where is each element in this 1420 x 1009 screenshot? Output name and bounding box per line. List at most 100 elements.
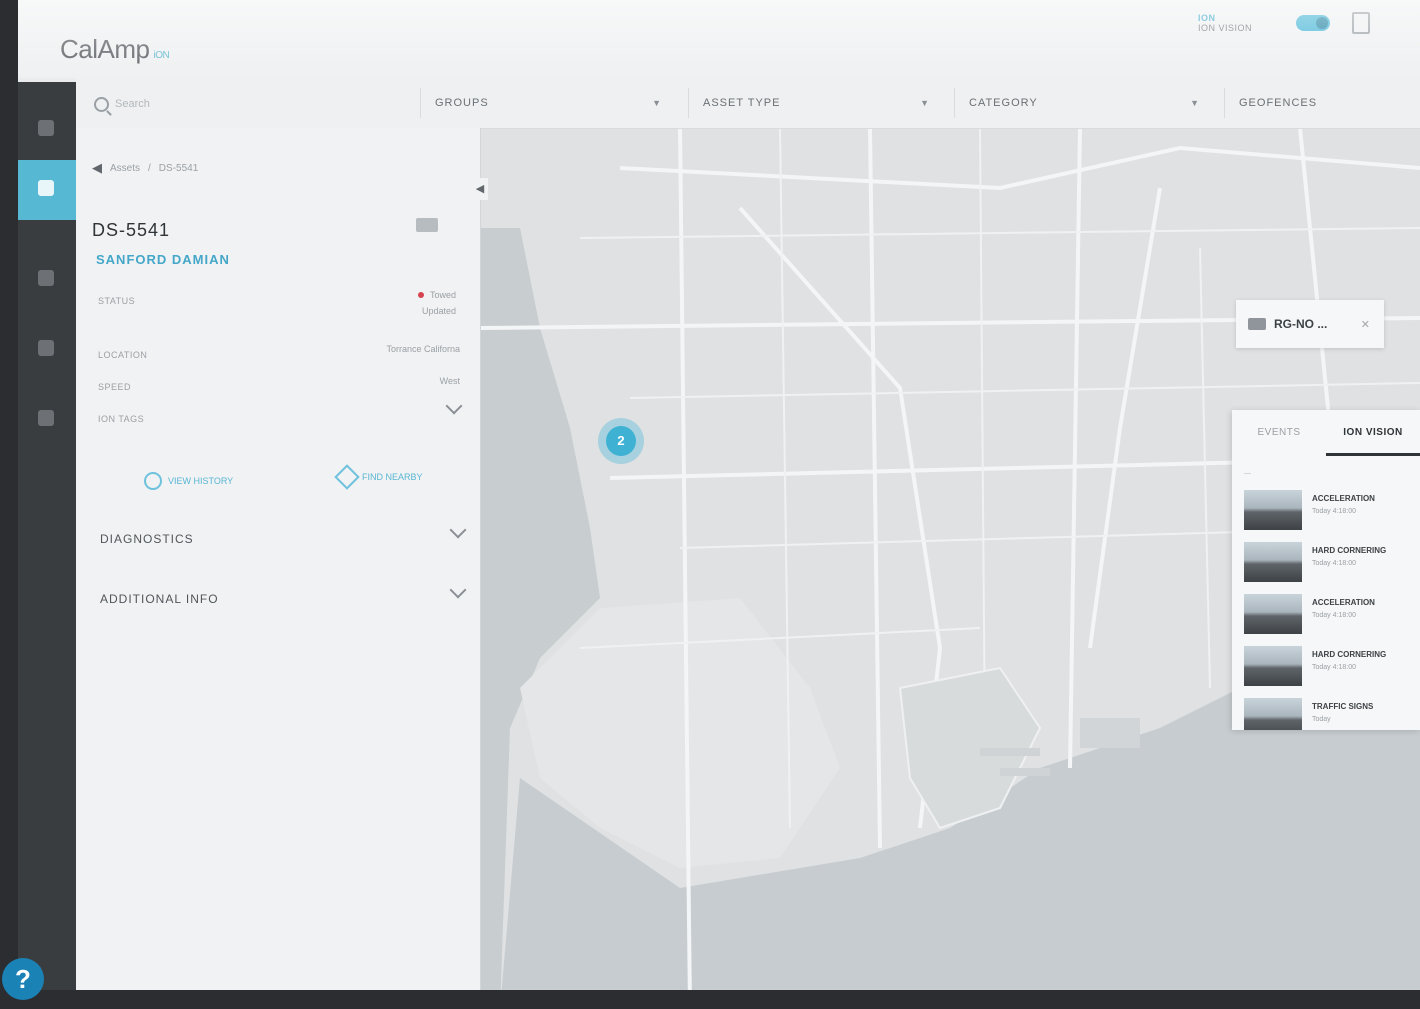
ion-vision-toggle-group: iON iON VISION [1198,12,1370,34]
status-label: STATUS [98,296,136,306]
speed-label: SPEED [98,382,132,392]
location-label: LOCATION [98,350,148,360]
asset-detail-panel: ◀ Assets / DS-5541 ◀ DS-5541 SANFORD DAM… [76,128,488,1009]
event-item[interactable]: HARD CORNERING Today 4:18:00 [1244,646,1414,692]
event-title: HARD CORNERING [1312,650,1387,659]
breadcrumb-current: DS-5541 [158,162,199,174]
find-nearby-label: FIND NEARBY [362,472,423,482]
nav-item[interactable] [18,320,76,380]
status-updated: Updated [421,306,456,316]
event-title: TRAFFIC SIGNS [1312,702,1374,711]
breadcrumb-separator: / [148,162,151,174]
ion-tags-label: iON TAGS [98,414,145,424]
category-dropdown[interactable]: CATEGORY ▼ [954,88,1214,118]
chevron-down-icon: ▼ [652,98,662,108]
device-bezel [0,990,1420,1009]
event-item[interactable]: TRAFFIC SIGNS Today [1244,698,1414,730]
event-item[interactable]: ACCELERATION Today 4:18:00 [1244,594,1414,640]
nav-item[interactable] [18,100,76,160]
event-thumbnail[interactable] [1244,490,1302,530]
ion-label-top: iON [1198,13,1216,23]
event-time: Today 4:18:00 [1312,560,1356,567]
event-time: Today [1312,716,1331,723]
view-history-label: VIEW HISTORY [168,476,234,486]
event-item[interactable]: ACCELERATION Today 4:18:00 [1244,490,1414,536]
back-arrow-icon[interactable]: ◀ [92,160,102,176]
tab-events[interactable]: EVENTS [1232,410,1326,456]
category-label: CATEGORY [969,97,1038,109]
fullscreen-icon[interactable] [1352,12,1370,34]
nav-item[interactable] [18,250,76,310]
driver-name[interactable]: SANFORD DAMIAN [96,252,230,267]
target-icon [334,464,360,490]
event-thumbnail[interactable] [1244,594,1302,634]
find-nearby-button[interactable]: FIND NEARBY [334,464,423,490]
event-thumbnail[interactable] [1244,646,1302,686]
help-button[interactable]: ? [2,958,44,1000]
chevron-down-icon: ▼ [920,98,930,108]
chevron-down-icon[interactable] [449,581,467,599]
search-icon [94,96,109,112]
close-icon[interactable]: ✕ [1361,318,1370,331]
events-date-header: — [1244,470,1251,477]
location-value: Torrance Californa [386,344,460,354]
event-time: Today 4:18:00 [1312,508,1356,515]
app-screen: 2 RG-NO ... ✕ EVENTS iON VISION — ACCELE… [18,0,1420,1009]
event-time: Today 4:18:00 [1312,664,1356,671]
ion-vision-toggle[interactable] [1296,15,1330,31]
asset-cluster-marker[interactable]: 2 [598,418,644,464]
geofences-dropdown[interactable]: GEOFENCES [1224,88,1420,118]
nav-icon [38,340,54,356]
event-title: ACCELERATION [1312,494,1375,503]
tooltip-label: RG-NO ... [1274,317,1328,331]
asset-type-label: ASSET TYPE [703,97,781,109]
search-input[interactable]: Search [115,98,150,110]
event-thumbnail[interactable] [1244,698,1302,730]
status-value: Towed [417,290,456,300]
asset-id: DS-5541 [92,220,171,240]
asset-type-dropdown[interactable]: ASSET TYPE ▼ [688,88,944,118]
bus-icon [1248,318,1266,330]
event-thumbnail[interactable] [1244,542,1302,582]
search-box[interactable]: Search [94,92,384,116]
status-dot-icon [417,292,424,298]
groups-dropdown[interactable]: GROUPS ▼ [420,88,676,118]
nav-item[interactable] [18,390,76,450]
history-icon [144,472,162,490]
map-view[interactable]: 2 RG-NO ... ✕ EVENTS iON VISION — ACCELE… [480,128,1420,1009]
event-time: Today 4:18:00 [1312,612,1356,619]
filter-bar: Search GROUPS ▼ ASSET TYPE ▼ CATEGORY ▼ GEO… [76,78,1420,129]
left-nav [18,82,76,1009]
ion-label-bottom: iON VISION [1198,23,1253,33]
app-header: CalAmp iON iON iON VISION [18,0,1420,78]
breadcrumb-parent[interactable]: Assets [110,163,140,174]
tab-ion-vision[interactable]: iON VISION [1326,410,1420,456]
event-title: ACCELERATION [1312,598,1375,607]
view-history-button[interactable]: VIEW HISTORY [144,472,233,490]
ion-tags-chevron-icon[interactable] [445,397,463,415]
calamp-logo[interactable]: CalAmp iON [60,34,170,65]
chevron-down-icon[interactable] [449,521,467,539]
nav-item-assets[interactable] [18,160,76,220]
logo-text: CalAmp [60,34,150,64]
groups-label: GROUPS [435,97,489,109]
event-title: HARD CORNERING [1312,546,1387,555]
logo-sub: iON [153,50,170,61]
diagnostics-section[interactable]: DIAGNOSTICS [100,532,194,546]
collapse-panel-button[interactable]: ◀ [472,178,488,200]
nav-icon [38,410,54,426]
events-tabs: EVENTS iON VISION [1232,410,1420,456]
nav-icon [38,120,54,136]
asset-tooltip[interactable]: RG-NO ... ✕ [1236,300,1384,348]
chevron-down-icon: ▼ [1190,98,1200,108]
additional-info-section[interactable]: ADDITIONAL INFO [100,592,219,606]
status-text: Towed [429,290,456,300]
event-item[interactable]: HARD CORNERING Today 4:18:00 [1244,542,1414,588]
nav-icon [38,270,54,286]
bus-icon [416,218,438,232]
events-panel: EVENTS iON VISION — ACCELERATION Today 4… [1232,410,1420,730]
speed-value: West [439,376,460,386]
ion-vision-label: iON iON VISION [1198,13,1288,33]
cluster-count: 2 [606,426,636,456]
asset-icon [38,180,54,196]
